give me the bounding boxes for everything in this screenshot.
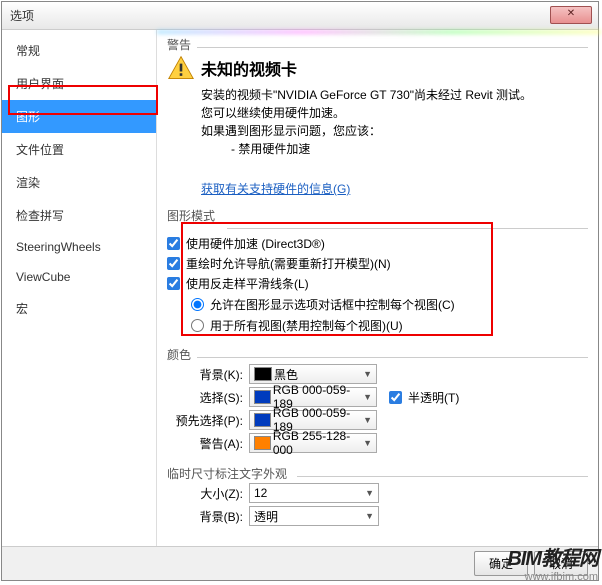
- warning-line4: - 禁用硬件加速: [231, 140, 532, 158]
- sidebar-item-ui[interactable]: 用户界面: [2, 67, 156, 100]
- all-views-radio[interactable]: [191, 319, 204, 332]
- colors-label: 颜色: [167, 346, 588, 363]
- semitransparent-label: 半透明(T): [408, 389, 459, 406]
- temp-size-label: 临时尺寸标注文字外观: [167, 465, 588, 482]
- titlebar: 选项 ✕: [2, 2, 598, 30]
- sidebar-item-render[interactable]: 渲染: [2, 166, 156, 199]
- divider: [297, 476, 588, 477]
- redraw-nav-label: 重绘时允许导航(需要重新打开模型)(N): [186, 255, 391, 272]
- antialias-label: 使用反走样平滑线条(L): [186, 275, 309, 292]
- sidebar-item-file-location[interactable]: 文件位置: [2, 133, 156, 166]
- warning-group-label: 警告: [167, 36, 588, 53]
- hardware-accel-checkbox[interactable]: [167, 237, 180, 250]
- redraw-nav-checkbox[interactable]: [167, 257, 180, 270]
- close-button[interactable]: ✕: [550, 6, 592, 24]
- pre-color-button[interactable]: RGB 000-059-189▼: [249, 410, 377, 430]
- bg-swatch: [254, 367, 272, 381]
- sidebar-item-viewcube[interactable]: ViewCube: [2, 262, 156, 292]
- warning-line1: 安装的视频卡"NVIDIA GeForce GT 730"尚未经过 Revit …: [201, 86, 532, 104]
- temp-bg-select[interactable]: 透明▼: [249, 506, 379, 526]
- per-view-radio[interactable]: [191, 298, 204, 311]
- warn-color-label: 警告(A):: [167, 435, 249, 452]
- sidebar-item-spellcheck[interactable]: 检查拼写: [2, 199, 156, 232]
- per-view-label: 允许在图形显示选项对话框中控制每个视图(C): [210, 296, 455, 313]
- sidebar-item-graphics[interactable]: 图形: [2, 100, 156, 133]
- warn-swatch: [254, 436, 271, 450]
- sel-swatch: [254, 390, 271, 404]
- size-label: 大小(Z):: [167, 485, 249, 502]
- graphics-mode-group: 图形模式 使用硬件加速 (Direct3D®) 重绘时允许导航(需要重新打开模型…: [167, 207, 588, 334]
- warning-line3: 如果遇到图形显示问题，您应该：: [201, 122, 532, 140]
- warn-color-button[interactable]: RGB 255-128-000▼: [249, 433, 377, 453]
- sidebar: 常规 用户界面 图形 文件位置 渲染 检查拼写 SteeringWheels V…: [2, 30, 157, 546]
- divider: [227, 228, 588, 229]
- content-panel: 警告 未知的视频卡 安装的视频卡"NVIDIA GeForce GT 730"尚…: [157, 30, 598, 546]
- size-select[interactable]: 12▼: [249, 483, 379, 503]
- temp-bg-label: 背景(B):: [167, 508, 249, 525]
- warning-icon: [167, 54, 195, 85]
- divider: [197, 357, 588, 358]
- graphics-mode-label: 图形模式: [167, 207, 588, 224]
- all-views-label: 用于所有视图(禁用控制每个视图)(U): [210, 317, 403, 334]
- hardware-info-link[interactable]: 获取有关支持硬件的信息(G): [201, 180, 350, 197]
- warning-line2: 您可以继续使用硬件加速。: [201, 104, 532, 122]
- warning-title: 未知的视频卡: [201, 56, 532, 80]
- pre-color-label: 预先选择(P):: [167, 412, 249, 429]
- pre-swatch: [254, 413, 271, 427]
- colors-group: 颜色 背景(K): 黑色▼ 选择(S): RGB 000-059-189▼ 半透…: [167, 346, 588, 453]
- ok-button[interactable]: 确定: [474, 551, 528, 576]
- bg-color-button[interactable]: 黑色▼: [249, 364, 377, 384]
- sel-color-button[interactable]: RGB 000-059-189▼: [249, 387, 377, 407]
- hardware-accel-label: 使用硬件加速 (Direct3D®): [186, 235, 325, 252]
- sidebar-item-macro[interactable]: 宏: [2, 292, 156, 325]
- window-title: 选项: [10, 7, 34, 24]
- antialias-checkbox[interactable]: [167, 277, 180, 290]
- sidebar-item-steeringwheels[interactable]: SteeringWheels: [2, 232, 156, 262]
- sel-color-label: 选择(S):: [167, 389, 249, 406]
- divider: [197, 47, 588, 48]
- semitransparent-checkbox[interactable]: [389, 391, 402, 404]
- bg-color-label: 背景(K):: [167, 366, 249, 383]
- footer: 确定 取消: [2, 546, 598, 580]
- temp-size-group: 临时尺寸标注文字外观 大小(Z): 12▼ 背景(B): 透明▼: [167, 465, 588, 526]
- cancel-button[interactable]: 取消: [534, 551, 588, 576]
- sidebar-item-general[interactable]: 常规: [2, 34, 156, 67]
